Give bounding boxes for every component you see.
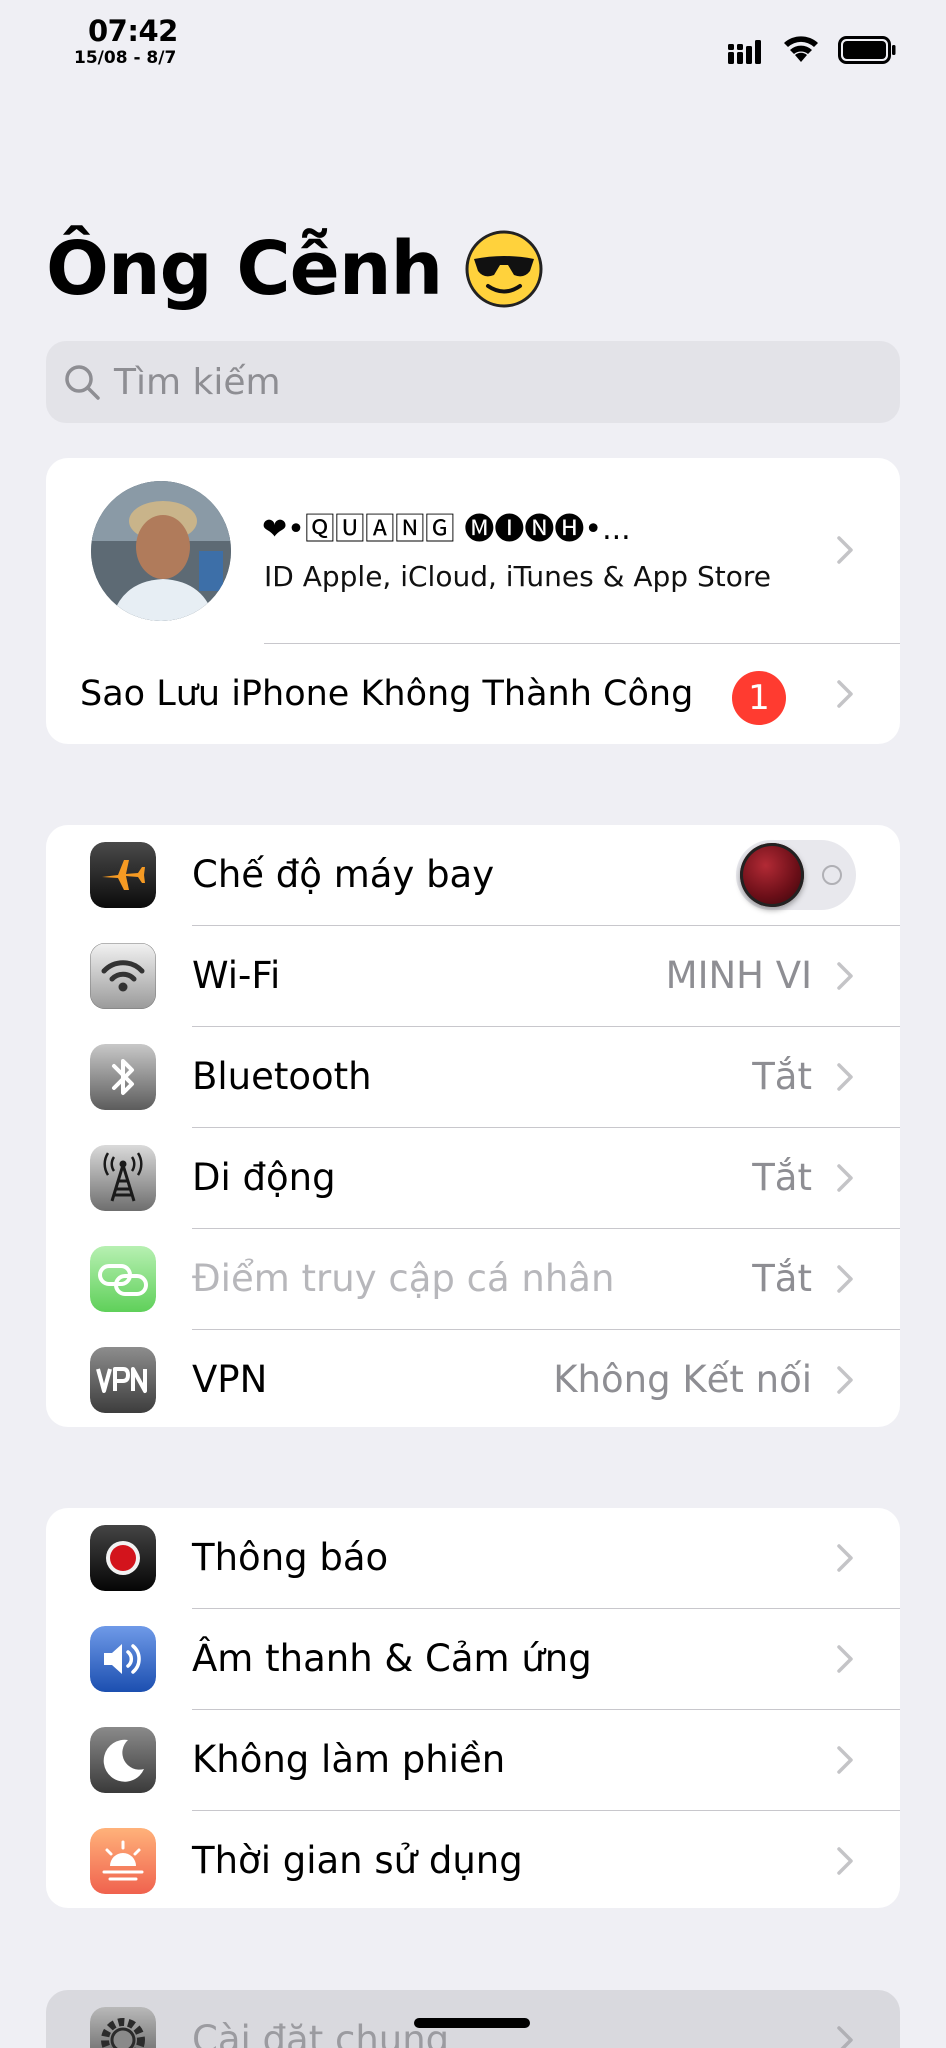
- vpn-icon: [90, 1347, 156, 1413]
- screen-time-row[interactable]: Thời gian sử dụng: [46, 1811, 900, 1908]
- vpn-value: Không Kết nối: [553, 1358, 812, 1401]
- chevron-right-icon: [837, 1366, 853, 1394]
- chevron-right-icon: [837, 962, 853, 990]
- chevron-right-icon: [837, 1746, 853, 1774]
- bluetooth-label: Bluetooth: [192, 1055, 372, 1098]
- toggle-off-indicator: [822, 865, 842, 885]
- chevron-right-icon: [837, 536, 853, 564]
- notifications-group: Thông báo Âm thanh & Cảm ứng Không làm p…: [46, 1508, 900, 1908]
- bluetooth-value: Tắt: [752, 1055, 812, 1098]
- hotspot-icon: [90, 1246, 156, 1312]
- profile-subtitle: ID Apple, iCloud, iTunes & App Store: [264, 560, 771, 593]
- chevron-right-icon: [837, 1164, 853, 1192]
- search-icon: [65, 365, 100, 400]
- backup-failed-label: Sao Lưu iPhone Không Thành Công: [80, 674, 694, 714]
- notifications-label: Thông báo: [192, 1536, 389, 1579]
- bluetooth-icon: [90, 1044, 156, 1110]
- airplane-mode-label: Chế độ máy bay: [192, 853, 495, 896]
- sounds-label: Âm thanh & Cảm ứng: [192, 1637, 592, 1680]
- wifi-icon: [784, 36, 818, 62]
- screen-time-icon: [90, 1828, 156, 1894]
- airplane-icon: [90, 842, 156, 908]
- profile-group: ❤•🅀🅄🄰🄽🄶 🅜🅘🅝🅗•... ID Apple, iCloud, iTune…: [46, 458, 900, 744]
- toggle-knob: [740, 843, 804, 907]
- chevron-right-icon: [837, 2026, 853, 2048]
- airplane-mode-row[interactable]: Chế độ máy bay: [46, 825, 900, 925]
- personal-hotspot-label: Điểm truy cập cá nhân: [192, 1257, 615, 1300]
- screen-time-label: Thời gian sử dụng: [192, 1839, 523, 1882]
- bluetooth-row[interactable]: Bluetooth Tắt: [46, 1027, 900, 1127]
- cellular-value: Tắt: [752, 1156, 812, 1199]
- chevron-right-icon: [837, 1645, 853, 1673]
- notification-badge: 1: [732, 671, 786, 725]
- sunglasses-emoji-icon: [465, 230, 543, 308]
- avatar: [91, 481, 231, 621]
- chevron-right-icon: [837, 1544, 853, 1572]
- profile-photo: [91, 481, 231, 621]
- signal-icon: [728, 40, 761, 64]
- wifi-label: Wi-Fi: [192, 954, 281, 997]
- page-title-text: Ông Cễnh: [46, 226, 443, 312]
- chevron-right-icon: [837, 680, 853, 708]
- chevron-right-icon: [837, 1063, 853, 1091]
- wifi-row[interactable]: Wi-Fi MINH VI: [46, 926, 900, 1026]
- status-bar: 07:42 15/08 - 8/7: [0, 0, 946, 80]
- sounds-row[interactable]: Âm thanh & Cảm ứng: [46, 1609, 900, 1709]
- airplane-mode-toggle[interactable]: [736, 840, 856, 910]
- chevron-right-icon: [837, 1847, 853, 1875]
- cellular-antenna-icon: [90, 1145, 156, 1211]
- status-time: 07:42: [88, 14, 178, 48]
- sound-icon: [90, 1626, 156, 1692]
- connectivity-group: Chế độ máy bay Wi-Fi MINH VI Bluetooth T…: [46, 825, 900, 1427]
- vpn-label: VPN: [192, 1358, 268, 1401]
- battery-icon: [838, 36, 896, 64]
- personal-hotspot-value: Tắt: [752, 1257, 812, 1300]
- profile-name: ❤•🅀🅄🄰🄽🄶 🅜🅘🅝🅗•...: [262, 512, 631, 547]
- search-bar[interactable]: Tìm kiếm: [46, 341, 900, 423]
- do-not-disturb-row[interactable]: Không làm phiền: [46, 1710, 900, 1810]
- notifications-row[interactable]: Thông báo: [46, 1508, 900, 1608]
- gear-icon: [90, 2007, 156, 2048]
- general-settings-label: Cài đặt chung: [192, 2018, 450, 2048]
- wifi-value: MINH VI: [665, 954, 812, 997]
- page-title: Ông Cễnh: [46, 226, 544, 312]
- status-date: 15/08 - 8/7: [74, 48, 177, 68]
- cellular-row[interactable]: Di động Tắt: [46, 1128, 900, 1228]
- backup-failed-row[interactable]: Sao Lưu iPhone Không Thành Công 1: [46, 644, 900, 744]
- vpn-row[interactable]: VPN Không Kết nối: [46, 1330, 900, 1427]
- notifications-icon: [90, 1525, 156, 1591]
- search-placeholder: Tìm kiếm: [114, 361, 281, 403]
- cellular-label: Di động: [192, 1156, 336, 1199]
- do-not-disturb-label: Không làm phiền: [192, 1738, 506, 1781]
- wifi-settings-icon: [90, 943, 156, 1009]
- apple-id-row[interactable]: ❤•🅀🅄🄰🄽🄶 🅜🅘🅝🅗•... ID Apple, iCloud, iTune…: [46, 458, 900, 642]
- personal-hotspot-row[interactable]: Điểm truy cập cá nhân Tắt: [46, 1229, 900, 1329]
- chevron-right-icon: [837, 1265, 853, 1293]
- home-indicator[interactable]: [414, 2018, 530, 2028]
- moon-icon: [90, 1727, 156, 1793]
